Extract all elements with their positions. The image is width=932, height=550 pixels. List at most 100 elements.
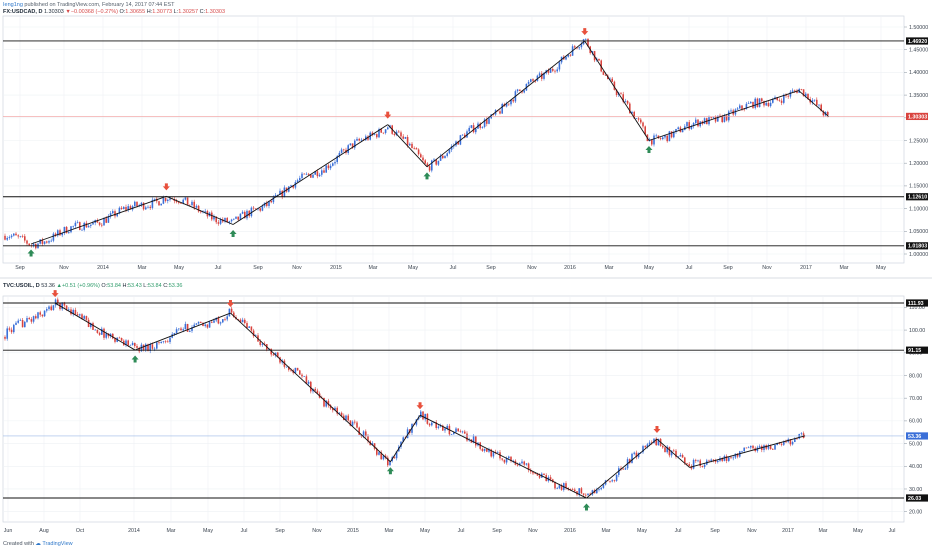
usdcad-candle-body bbox=[303, 173, 305, 175]
usoil-candle-body bbox=[609, 481, 611, 482]
usoil-candle-body bbox=[774, 444, 776, 450]
usdcad-candle-body bbox=[800, 89, 803, 90]
usoil-candle-body bbox=[167, 341, 169, 343]
usoil-x-tick-label: Jul bbox=[889, 528, 896, 534]
usdcad-x-tick-label: 2015 bbox=[330, 265, 342, 271]
usdcad-candle-body bbox=[105, 218, 107, 223]
usdcad-candle-body bbox=[46, 241, 48, 243]
usdcad-candle-body bbox=[296, 180, 299, 183]
usdcad-candle-body bbox=[26, 240, 28, 244]
usdcad-candle-body bbox=[778, 99, 781, 101]
usoil-candle-body bbox=[217, 317, 220, 324]
usoil-candle-body bbox=[32, 316, 35, 322]
usdcad-level-label: 1.46920 bbox=[908, 39, 927, 45]
usdcad-candle-body bbox=[640, 119, 642, 123]
usoil-candle-body bbox=[461, 431, 464, 433]
usoil-candle-body bbox=[301, 374, 303, 377]
usdcad-candle-body bbox=[446, 153, 448, 156]
usoil-candle-body bbox=[457, 428, 459, 432]
usoil-candle-body bbox=[50, 306, 52, 311]
usoil-candle-body bbox=[378, 452, 380, 455]
usdcad-candle-body bbox=[752, 101, 754, 108]
usoil-candle-body bbox=[105, 333, 107, 338]
usoil-candle-body bbox=[197, 321, 200, 324]
usdcad-candle-body bbox=[519, 89, 521, 91]
author-name[interactable]: Ieng1ng bbox=[3, 2, 23, 8]
usdcad-candle-body bbox=[270, 200, 272, 203]
usdcad-candle-body bbox=[299, 178, 301, 181]
usoil-candle-body bbox=[743, 447, 745, 452]
usoil-candle-body bbox=[692, 459, 695, 469]
usoil-candle-body bbox=[578, 488, 580, 495]
usdcad-candle-body bbox=[332, 163, 334, 166]
usdcad-candle-body bbox=[347, 145, 349, 153]
usdcad-candle-body bbox=[556, 69, 558, 72]
usoil-candle-body bbox=[131, 342, 134, 345]
usoil-x-tick-label: Mar bbox=[384, 528, 393, 534]
usoil-candle-body bbox=[19, 320, 22, 321]
usoil-y-tick-label: 70.00 bbox=[909, 396, 922, 402]
usoil-candle-body bbox=[464, 431, 466, 434]
usdcad-candle-body bbox=[827, 111, 829, 115]
usdcad-candle-body bbox=[8, 237, 11, 238]
usdcad-candle-body bbox=[233, 218, 235, 220]
usoil-candle-body bbox=[98, 332, 101, 335]
usoil-candle-body bbox=[631, 453, 633, 463]
usdcad-candle-body bbox=[703, 118, 706, 124]
usoil-candle-body bbox=[486, 448, 488, 452]
usdcad-candle-body bbox=[305, 173, 308, 175]
usoil-x-tick-label: Sep bbox=[492, 528, 501, 534]
usdcad-candle-body bbox=[789, 91, 792, 97]
usdcad-candle-body bbox=[28, 243, 30, 246]
usdcad-candle-body bbox=[756, 98, 759, 108]
usdcad-candle-body bbox=[747, 103, 750, 104]
usoil-candle-body bbox=[164, 341, 167, 343]
usdcad-symbol[interactable]: FX:USDCAD, D bbox=[3, 9, 42, 15]
usdcad-y-tick-label: 1.40000 bbox=[909, 70, 928, 76]
usdcad-x-tick-label: Sep bbox=[486, 265, 495, 271]
usdcad-candle-body bbox=[74, 222, 77, 226]
usoil-x-tick-label: Mar bbox=[818, 528, 827, 534]
usdcad-candle-body bbox=[321, 170, 323, 175]
usoil-candle-body bbox=[525, 463, 528, 465]
usoil-candle-body bbox=[508, 456, 510, 459]
tradingview-logo-icon[interactable]: ☁ bbox=[35, 541, 41, 547]
usdcad-candle-body bbox=[167, 199, 169, 202]
usdcad-candle-body bbox=[611, 78, 613, 82]
usoil-candle-body bbox=[186, 323, 189, 332]
usdcad-x-tick-label: 2017 bbox=[800, 265, 812, 271]
usoil-candle-body bbox=[538, 475, 541, 478]
usoil-candle-body bbox=[587, 493, 589, 496]
usdcad-candle-body bbox=[160, 203, 162, 206]
usdcad-candle-body bbox=[468, 127, 470, 132]
usdcad-candle-body bbox=[532, 79, 534, 81]
usdcad-y-tick-label: 1.05000 bbox=[909, 229, 928, 235]
usdcad-candle-body bbox=[101, 224, 103, 226]
usoil-symbol[interactable]: TVC:USOIL, D bbox=[3, 283, 40, 289]
usdcad-candle-body bbox=[791, 90, 794, 92]
usoil-x-tick-label: Sep bbox=[275, 528, 284, 534]
usoil-candle-body bbox=[54, 299, 57, 306]
usoil-candle-body bbox=[615, 474, 618, 481]
usdcad-x-tick-label: May bbox=[644, 265, 654, 271]
usoil-candle-body bbox=[294, 367, 297, 373]
usoil-candle-body bbox=[602, 484, 605, 488]
usdcad-candle-body bbox=[125, 207, 127, 210]
usoil-candle-body bbox=[83, 316, 85, 319]
usdcad-candle-body bbox=[813, 99, 816, 101]
usdcad-x-tick-label: May bbox=[876, 265, 886, 271]
usdcad-candle-body bbox=[794, 90, 796, 92]
usoil-candle-body bbox=[15, 322, 17, 325]
usoil-candle-body bbox=[92, 323, 94, 330]
usdcad-candle-body bbox=[398, 131, 400, 133]
usdcad-candle-body bbox=[420, 154, 422, 158]
usoil-candle-body bbox=[24, 321, 26, 328]
usdcad-x-tick-label: May bbox=[174, 265, 184, 271]
usoil-level-label: 91.15 bbox=[908, 348, 921, 354]
usdcad-candle-body bbox=[816, 99, 818, 106]
usoil-candle-body bbox=[769, 445, 772, 450]
tradingview-brand[interactable]: TradingView bbox=[42, 541, 72, 547]
usdcad-candle-body bbox=[17, 235, 19, 237]
usoil-candle-body bbox=[10, 329, 13, 333]
usdcad-candle-body bbox=[554, 70, 556, 72]
